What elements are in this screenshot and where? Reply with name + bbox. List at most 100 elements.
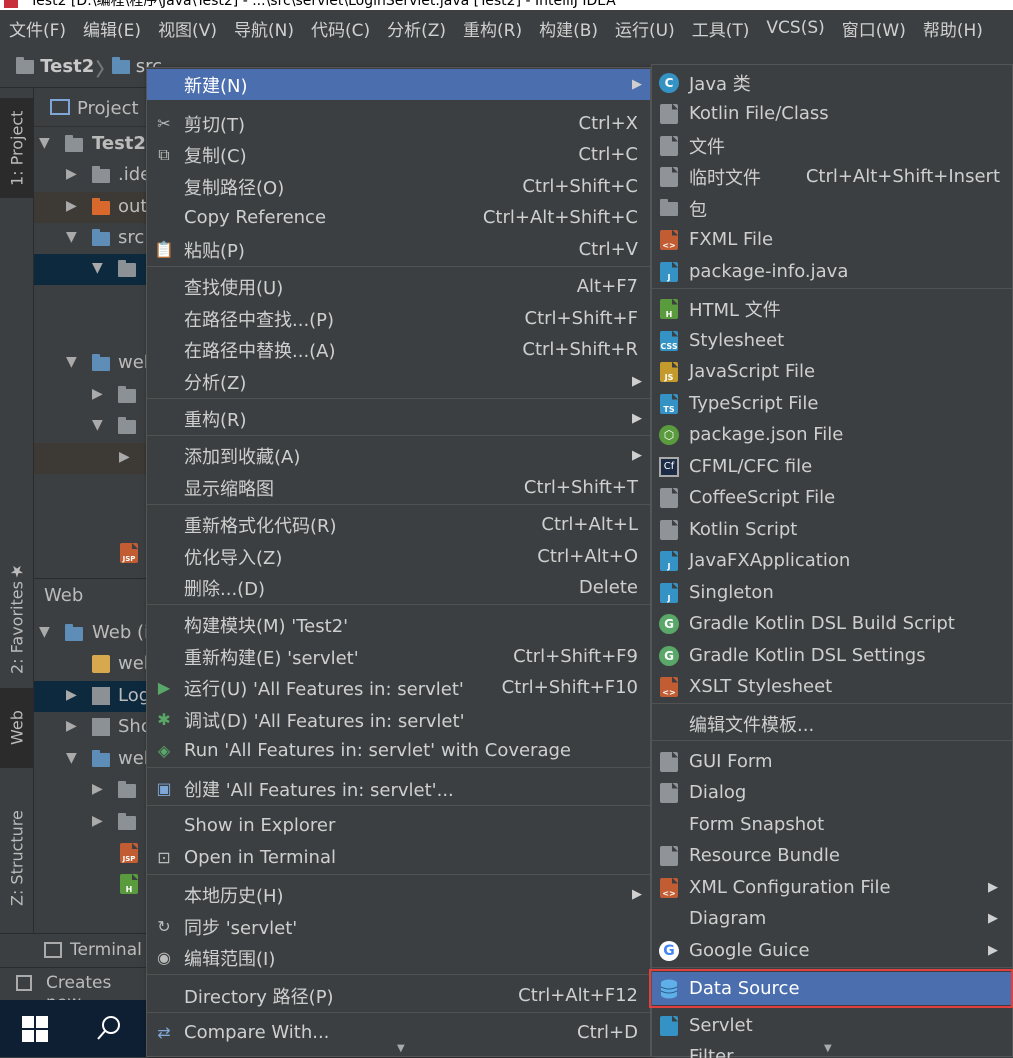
tree-row-folder[interactable]: ▶	[34, 380, 150, 411]
submenu-item-kotlin-script[interactable]: Kotlin Script	[652, 514, 1012, 545]
terminal-tab[interactable]: Terminal	[70, 940, 142, 960]
tree-row-src[interactable]: ▼ src	[34, 223, 150, 254]
menu-item-add-favorites[interactable]: 添加到收藏(A) ▶	[147, 440, 650, 471]
tree-row-jsp-file[interactable]: JSP	[34, 838, 150, 869]
tree-row-out[interactable]: ▶ out	[34, 192, 150, 223]
tree-row-web-module[interactable]: ▼ Web (i	[34, 618, 150, 649]
submenu-item-fxml[interactable]: <> FXML File	[652, 224, 1012, 255]
menu-item-find-usages[interactable]: 查找使用(U) Alt+F7	[147, 271, 650, 302]
tree-row-web[interactable]: ▼web	[34, 348, 150, 379]
tree-row-web-xml[interactable]: web	[34, 649, 150, 680]
menu-item-paste[interactable]: 📋 粘贴(P) Ctrl+V	[147, 234, 650, 265]
windows-start-icon[interactable]	[22, 1016, 48, 1042]
menu-item-sync[interactable]: ↻ 同步 'servlet'	[147, 911, 650, 942]
submenu-item-diagram[interactable]: Diagram ▶	[652, 903, 1012, 934]
menu-item-reformat[interactable]: 重新格式化代码(R) Ctrl+Alt+L	[147, 509, 650, 540]
menu-item-edit-scopes[interactable]: ◉ 编辑范围(I)	[147, 942, 650, 973]
menu-vcs[interactable]: VCS(S)	[757, 18, 832, 38]
submenu-item-gradle-build[interactable]: G Gradle Kotlin DSL Build Script	[652, 608, 1012, 639]
tree-row-html-file[interactable]: H	[34, 869, 150, 900]
submenu-item-package-json[interactable]: ⬡ package.json File	[652, 419, 1012, 450]
tree-row-folder[interactable]: ▼	[34, 411, 150, 442]
menu-item-run[interactable]: ▶ 运行(U) 'All Features in: servlet' Ctrl+Sh…	[147, 672, 650, 703]
menu-item-create-config[interactable]: ▣ 创建 'All Features in: servlet'...	[147, 773, 650, 804]
menu-item-debug[interactable]: ✱ 调试(D) 'All Features in: servlet'	[147, 704, 650, 735]
tree-row-folder[interactable]: ▶	[34, 807, 150, 838]
submenu-item-typescript[interactable]: TS TypeScript File	[652, 388, 1012, 419]
menu-item-refactor[interactable]: 重构(R) ▶	[147, 403, 650, 434]
menu-item-optimize-imports[interactable]: 优化导入(Z) Ctrl+Alt+O	[147, 541, 650, 572]
submenu-item-file[interactable]: 文件	[652, 130, 1012, 161]
menu-item-copy-reference[interactable]: Copy Reference Ctrl+Alt+Shift+C	[147, 202, 650, 233]
submenu-item-scratch[interactable]: 临时文件 Ctrl+Alt+Shift+Insert	[652, 161, 1012, 192]
submenu-item-dialog[interactable]: Dialog	[652, 777, 1012, 808]
menu-help[interactable]: 帮助(H)	[914, 16, 991, 41]
menu-edit[interactable]: 编辑(E)	[74, 16, 149, 41]
menu-item-replace-in-path[interactable]: 在路径中替换...(A) Ctrl+Shift+R	[147, 334, 650, 365]
submenu-item-xml-config[interactable]: <> XML Configuration File ▶	[652, 872, 1012, 903]
tree-row-login[interactable]: ▶ Log	[34, 681, 150, 712]
submenu-item-servlet[interactable]: Servlet	[652, 1010, 1012, 1041]
menu-item-find-in-path[interactable]: 在路径中查找...(P) Ctrl+Shift+F	[147, 303, 650, 334]
menu-item-cut[interactable]: ✂ 剪切(T) Ctrl+X	[147, 108, 650, 139]
menu-item-thumbnails[interactable]: 显示缩略图 Ctrl+Shift+T	[147, 472, 650, 503]
tree-row-web-folder[interactable]: ▼web	[34, 744, 150, 775]
tree-row-idea[interactable]: ▶ .ide	[34, 160, 150, 191]
submenu-item-coffeescript[interactable]: CoffeeScript File	[652, 482, 1012, 513]
menu-tools[interactable]: 工具(T)	[683, 16, 758, 41]
submenu-item-package[interactable]: 包	[652, 193, 1012, 224]
submenu-item-edit-templates[interactable]: 编辑文件模板...	[652, 708, 1012, 739]
project-panel-header[interactable]: Project	[34, 93, 150, 127]
menu-item-delete[interactable]: 删除...(D) Delete	[147, 572, 650, 603]
submenu-item-resource-bundle[interactable]: Resource Bundle	[652, 840, 1012, 871]
tab-structure[interactable]: Z: Structure	[0, 793, 34, 923]
tree-row-jsp-file[interactable]: JSP	[34, 538, 150, 569]
menu-navigate[interactable]: 导航(N)	[225, 16, 302, 41]
submenu-item-javascript[interactable]: JS JavaScript File	[652, 356, 1012, 387]
submenu-item-package-info[interactable]: Jpackage-info.java	[652, 256, 1012, 287]
submenu-item-google-guice[interactable]: G Google Guice ▶	[652, 935, 1012, 966]
menu-item-copy-path[interactable]: 复制路径(O) Ctrl+Shift+C	[147, 171, 650, 202]
submenu-item-xslt[interactable]: <> XSLT Stylesheet	[652, 671, 1012, 702]
menu-item-open-terminal[interactable]: ⊡ Open in Terminal	[147, 842, 650, 873]
submenu-item-filter[interactable]: Filter	[652, 1042, 1012, 1058]
menu-refactor[interactable]: 重构(R)	[454, 16, 530, 41]
menu-item-copy[interactable]: ⧉ 复制(C) Ctrl+C	[147, 139, 650, 170]
tree-row-test2[interactable]: ▼ Test2	[34, 129, 150, 160]
tab-web[interactable]: Web	[0, 688, 34, 768]
search-icon[interactable]	[96, 1014, 124, 1042]
submenu-item-form-snapshot[interactable]: Form Snapshot	[652, 809, 1012, 840]
menu-item-coverage[interactable]: ◈ Run 'All Features in: servlet' with Cov…	[147, 735, 650, 766]
scroll-down-icon[interactable]: ▼	[824, 1043, 832, 1054]
menu-item-local-history[interactable]: 本地历史(H) ▶	[147, 879, 650, 910]
tree-row-folder[interactable]: ▶	[34, 443, 150, 474]
submenu-item-html[interactable]: H HTML 文件	[652, 293, 1012, 324]
breadcrumb-project[interactable]: Test2	[16, 56, 94, 77]
menu-analyze[interactable]: 分析(Z)	[378, 16, 454, 41]
menu-view[interactable]: 视图(V)	[149, 16, 225, 41]
submenu-item-kotlin-file[interactable]: Kotlin File/Class	[652, 98, 1012, 129]
menu-item-show-explorer[interactable]: Show in Explorer	[147, 810, 650, 841]
tab-favorites[interactable]: 2: Favorites ★	[0, 558, 34, 678]
menu-window[interactable]: 窗口(W)	[833, 16, 914, 41]
menu-run[interactable]: 运行(U)	[606, 16, 683, 41]
tree-row-servlet[interactable]: ▼	[34, 254, 150, 285]
submenu-item-cfml[interactable]: Cf CFML/CFC file	[652, 451, 1012, 482]
submenu-item-gradle-settings[interactable]: G Gradle Kotlin DSL Settings	[652, 640, 1012, 671]
scroll-down-icon[interactable]: ▼	[397, 1043, 405, 1054]
submenu-item-gui-form[interactable]: GUI Form	[652, 746, 1012, 777]
menu-item-directory-path[interactable]: Directory 路径(P) Ctrl+Alt+F12	[147, 980, 650, 1011]
menu-code[interactable]: 代码(C)	[302, 16, 378, 41]
menu-item-new[interactable]: 新建(N) ▶	[147, 69, 650, 100]
menu-item-analyze[interactable]: 分析(Z) ▶	[147, 366, 650, 397]
tree-row-folder[interactable]: ▶	[34, 775, 150, 806]
tab-project[interactable]: 1: Project	[0, 98, 34, 198]
menu-item-rebuild[interactable]: 重新构建(E) 'servlet' Ctrl+Shift+F9	[147, 641, 650, 672]
submenu-item-java-class[interactable]: C Java 类	[652, 67, 1012, 98]
menu-build[interactable]: 构建(B)	[530, 16, 606, 41]
menu-file[interactable]: 文件(F)	[0, 16, 74, 41]
submenu-item-javafx[interactable]: J JavaFXApplication	[652, 545, 1012, 576]
menu-item-build-module[interactable]: 构建模块(M) 'Test2'	[147, 609, 650, 640]
submenu-item-singleton[interactable]: J Singleton	[652, 577, 1012, 608]
tree-row-show[interactable]: ▶ Sho	[34, 712, 150, 743]
